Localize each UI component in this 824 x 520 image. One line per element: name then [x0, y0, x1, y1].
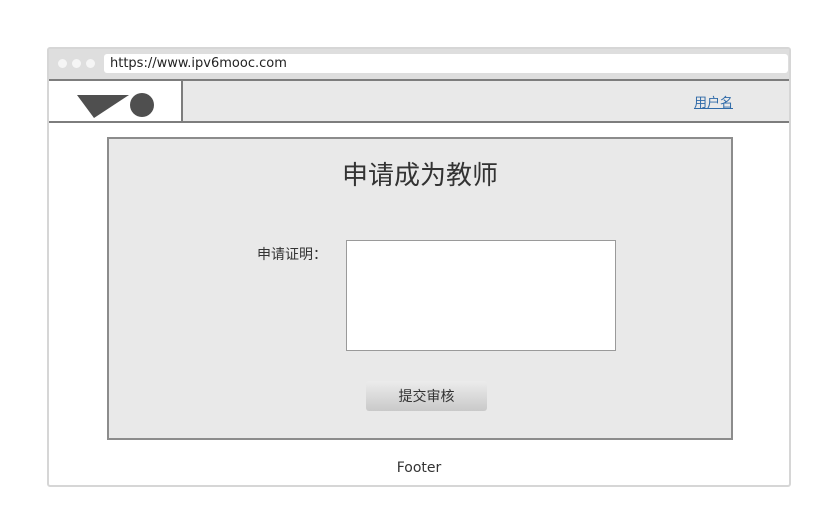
address-bar[interactable]: https://www.ipv6mooc.com: [104, 54, 788, 73]
teacher-application-form: 申请成为教师 申请证明： 提交审核: [107, 137, 733, 440]
page-title: 申请成为教师: [341, 161, 498, 191]
window-control-minimize[interactable]: [72, 59, 81, 68]
logo-icon: [77, 93, 154, 118]
proof-textarea[interactable]: [346, 240, 616, 351]
submit-review-button[interactable]: 提交审核: [366, 381, 487, 411]
site-header: 用户名: [49, 79, 789, 123]
footer: Footer: [396, 460, 442, 476]
username-link[interactable]: 用户名: [694, 92, 733, 111]
logo-container[interactable]: [49, 81, 183, 121]
window-control-close[interactable]: [58, 59, 67, 68]
window-control-maximize[interactable]: [86, 59, 95, 68]
proof-field-label: 申请证明：: [257, 247, 327, 263]
browser-toolbar: https://www.ipv6mooc.com: [49, 49, 789, 79]
